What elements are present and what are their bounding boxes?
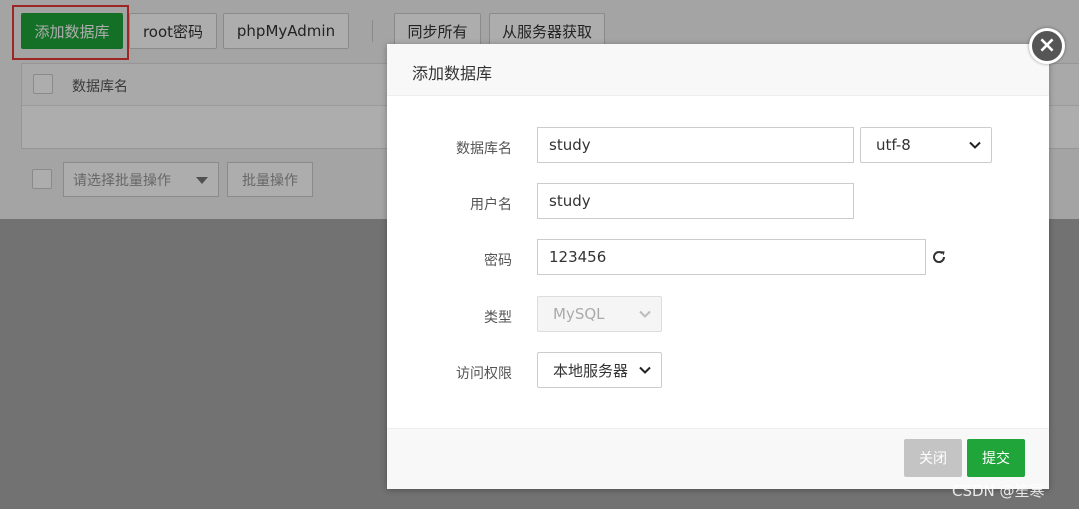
username-input[interactable]: study	[537, 183, 854, 219]
watermark: CSDN @笙寒	[952, 482, 1045, 500]
close-dialog-button[interactable]: 关闭	[904, 439, 962, 477]
chevron-down-icon	[639, 310, 651, 318]
db-name-input[interactable]: study	[537, 127, 854, 163]
charset-select[interactable]: utf-8	[860, 127, 992, 163]
chevron-down-icon	[639, 366, 651, 374]
close-icon[interactable]: ×	[1029, 28, 1065, 64]
access-label: 访问权限	[456, 366, 512, 382]
password-label: 密码	[484, 253, 512, 269]
password-input[interactable]: 123456	[537, 239, 926, 275]
access-value: 本地服务器	[553, 361, 629, 380]
add-database-dialog: 添加数据库 数据库名 study utf-8 用户名 study 密码 1234…	[387, 44, 1049, 489]
type-label: 类型	[484, 310, 512, 326]
submit-button[interactable]: 提交	[967, 439, 1025, 477]
dialog-header: 添加数据库	[387, 44, 1049, 96]
refresh-icon[interactable]	[930, 248, 948, 266]
type-select: MySQL	[537, 296, 662, 332]
dialog-title: 添加数据库	[412, 64, 493, 83]
chevron-down-icon	[969, 141, 981, 149]
type-value: MySQL	[553, 305, 605, 323]
db-name-label: 数据库名	[456, 141, 512, 157]
access-select[interactable]: 本地服务器	[537, 352, 662, 388]
username-label: 用户名	[470, 197, 512, 213]
charset-value: utf-8	[876, 136, 911, 154]
